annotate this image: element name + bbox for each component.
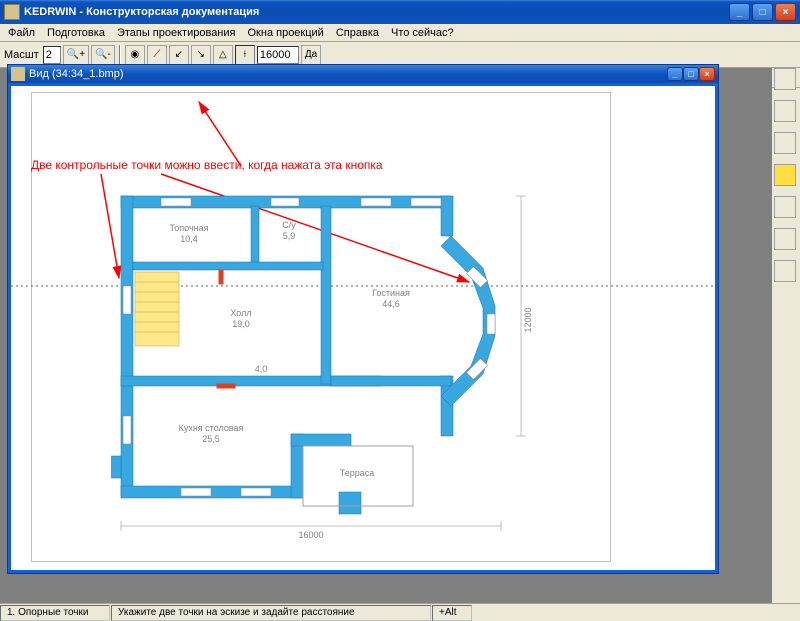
room5-area: 25,5 xyxy=(202,434,220,444)
zoom-in-button[interactable]: 🔍+ xyxy=(63,45,89,65)
room3-area: 19,0 xyxy=(232,319,250,329)
dim-height: 12000 xyxy=(523,307,533,332)
right-toolbar xyxy=(774,68,796,282)
app-icon xyxy=(4,4,20,20)
scale-label: Масшт xyxy=(2,49,41,61)
room3-name: Холл xyxy=(230,308,251,318)
menu-whatnow[interactable]: Что сейчас? xyxy=(385,26,460,40)
menu-prep[interactable]: Подготовка xyxy=(41,26,111,40)
rtool-1[interactable] xyxy=(774,68,796,90)
menu-file[interactable]: Файл xyxy=(2,26,41,40)
status-seg1: 1. Опорные точки xyxy=(0,605,110,621)
room2-name: С/у xyxy=(282,220,296,230)
child-body[interactable]: Две контрольные точки можно ввести, когд… xyxy=(8,83,718,573)
room1-area: 10,4 xyxy=(180,234,198,244)
status-seg2: Укажите две точки на эскизе и задайте ра… xyxy=(111,605,431,621)
window-title: KEDRWIN - Конструкторская документация xyxy=(24,6,729,18)
scale-input[interactable] xyxy=(43,46,61,64)
child-minimize-button[interactable]: _ xyxy=(667,67,683,81)
room4-area: 44,6 xyxy=(382,299,400,309)
child-close-button[interactable]: × xyxy=(699,67,715,81)
minimize-button[interactable]: _ xyxy=(729,3,750,21)
tool-angle2-button[interactable]: ↘ xyxy=(191,45,211,65)
floor-plan: Топочная 10,4 С/у 5,9 Холл 19,0 Гостиная… xyxy=(111,176,551,556)
menu-proj[interactable]: Окна проекций xyxy=(242,26,330,40)
child-icon xyxy=(11,67,25,81)
menu-stages[interactable]: Этапы проектирования xyxy=(111,26,242,40)
distance-input[interactable] xyxy=(257,46,299,64)
room5-name: Кухня столовая xyxy=(179,423,244,433)
tool-measure-button[interactable]: △ xyxy=(213,45,233,65)
rtool-3[interactable] xyxy=(774,132,796,154)
rtool-7[interactable] xyxy=(774,260,796,282)
ok-button[interactable]: Да xyxy=(301,45,321,65)
menu-bar: Файл Подготовка Этапы проектирования Окн… xyxy=(0,24,800,42)
rtool-6[interactable] xyxy=(774,228,796,250)
dim-width: 16000 xyxy=(298,530,323,540)
tool-twopoint-button[interactable]: ⟊ xyxy=(235,45,255,65)
maximize-button[interactable]: □ xyxy=(752,3,773,21)
zoom-out-button[interactable]: 🔍- xyxy=(91,45,115,65)
room7-name: Терраса xyxy=(340,468,375,478)
rtool-5[interactable] xyxy=(774,196,796,218)
room1-name: Топочная xyxy=(169,223,208,233)
tool-angle1-button[interactable]: ↙ xyxy=(169,45,189,65)
room2-area: 5,9 xyxy=(283,231,296,241)
child-title-bar: Вид (34:34_1.bmp) _ □ × xyxy=(8,65,718,83)
status-bar: 1. Опорные точки Укажите две точки на эс… xyxy=(0,603,800,621)
rtool-2[interactable] xyxy=(774,100,796,122)
rtool-4[interactable] xyxy=(774,164,796,186)
annotation-text: Две контрольные точки можно ввести, когд… xyxy=(31,158,383,172)
room6-area: 4,0 xyxy=(255,364,268,374)
child-window: Вид (34:34_1.bmp) _ □ × Две контрольные … xyxy=(7,64,719,574)
room4-name: Гостиная xyxy=(372,288,410,298)
tool-point-button[interactable]: ◉ xyxy=(125,45,145,65)
status-seg3: +Alt xyxy=(432,605,472,621)
title-bar: KEDRWIN - Конструкторская документация _… xyxy=(0,0,800,24)
tool-line-button[interactable]: ⟋ xyxy=(147,45,167,65)
child-maximize-button[interactable]: □ xyxy=(683,67,699,81)
menu-help[interactable]: Справка xyxy=(330,26,385,40)
close-button[interactable]: × xyxy=(775,3,796,21)
child-title: Вид (34:34_1.bmp) xyxy=(29,68,667,80)
